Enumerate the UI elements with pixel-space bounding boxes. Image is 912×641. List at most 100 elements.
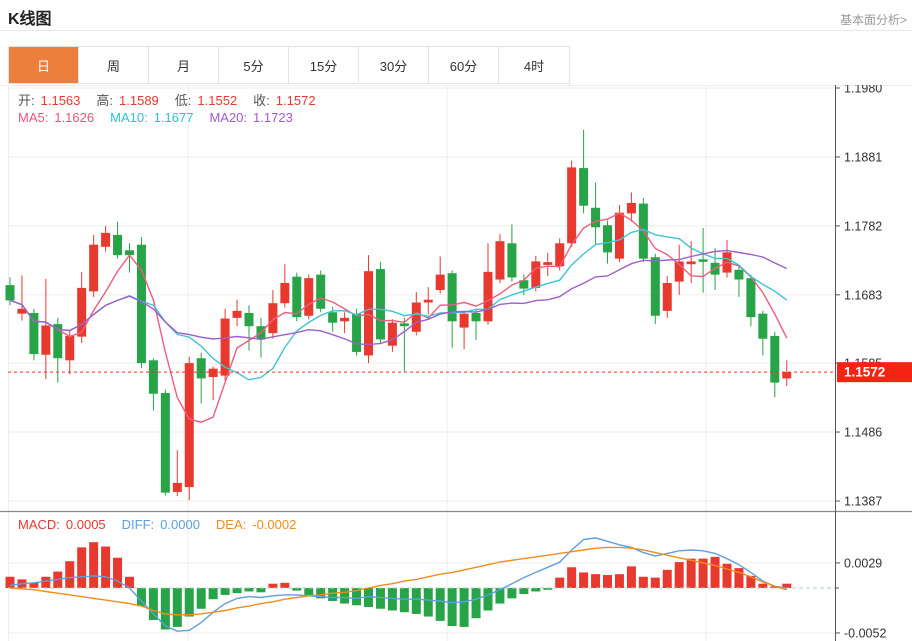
header-divider bbox=[0, 30, 912, 31]
legend-label: 高: bbox=[96, 93, 113, 108]
macd-bar bbox=[245, 588, 254, 591]
macd-bar bbox=[185, 588, 194, 617]
macd-bar bbox=[400, 588, 409, 612]
candle-body bbox=[543, 262, 552, 265]
macd-bar bbox=[149, 588, 158, 620]
price-axis-label: 1.1387 bbox=[844, 495, 882, 509]
macd-bar bbox=[424, 588, 433, 617]
price-axis-label: 1.1980 bbox=[844, 85, 882, 96]
candle-body bbox=[484, 272, 493, 321]
legend-value: 1.1572 bbox=[276, 93, 316, 108]
candle-body bbox=[352, 314, 361, 352]
macd-bar bbox=[711, 557, 720, 588]
macd-bar bbox=[65, 561, 74, 588]
macd-hist-layer bbox=[6, 542, 792, 629]
candle-body bbox=[280, 283, 289, 303]
candle-body bbox=[388, 323, 397, 346]
legend-label: DIFF: bbox=[122, 517, 155, 532]
candle-body bbox=[328, 312, 337, 322]
macd-bar bbox=[758, 584, 767, 588]
legend-label: 收: bbox=[253, 93, 270, 108]
tab-interval-4[interactable]: 15分 bbox=[289, 47, 359, 83]
candle-body bbox=[627, 203, 636, 213]
kline-chart-canvas[interactable]: 1.19801.18811.17821.16831.15851.14861.13… bbox=[0, 85, 912, 641]
candle-body bbox=[495, 241, 504, 279]
macd-bar bbox=[591, 574, 600, 588]
candle-body bbox=[448, 273, 457, 321]
legend-value: 1.1552 bbox=[197, 93, 237, 108]
candle-body bbox=[555, 243, 564, 266]
macd-bar bbox=[340, 588, 349, 604]
macd-bar bbox=[6, 577, 15, 588]
macd-bar bbox=[221, 588, 230, 595]
macd-bar bbox=[412, 588, 421, 614]
tab-interval-0[interactable]: 日 bbox=[9, 47, 79, 83]
candle-body bbox=[364, 271, 373, 355]
candle-body bbox=[663, 283, 672, 311]
macd-bar bbox=[519, 588, 528, 594]
tab-interval-3[interactable]: 5分 bbox=[219, 47, 289, 83]
legend-value: 0.0005 bbox=[66, 517, 106, 532]
legend-label: MA10: bbox=[110, 110, 148, 125]
macd-bar bbox=[567, 567, 576, 588]
candle-body bbox=[197, 358, 206, 378]
ma5-line bbox=[10, 213, 787, 422]
macd-bar bbox=[197, 588, 206, 609]
macd-bar bbox=[328, 588, 337, 601]
tab-interval-2[interactable]: 月 bbox=[149, 47, 219, 83]
candle-body bbox=[460, 314, 469, 328]
macd-bar bbox=[304, 588, 313, 595]
current-price-badge-label: 1.1572 bbox=[844, 365, 885, 380]
candle-body bbox=[615, 213, 624, 259]
candle-body bbox=[6, 285, 15, 300]
ohlc-legend: 开:1.1563高:1.1589低:1.1552收:1.1572 bbox=[18, 90, 332, 109]
candle-body bbox=[412, 303, 421, 332]
macd-bar bbox=[233, 588, 242, 593]
legend-value: -0.0002 bbox=[252, 517, 296, 532]
candle-body bbox=[77, 288, 86, 337]
candle-body bbox=[245, 313, 254, 326]
candle-body bbox=[209, 369, 218, 377]
macd-axis-label: 0.0029 bbox=[844, 556, 882, 570]
macd-bar bbox=[675, 562, 684, 588]
legend-label: DEA: bbox=[216, 517, 246, 532]
macd-bar bbox=[531, 588, 540, 591]
macd-bar bbox=[615, 574, 624, 588]
candle-body bbox=[316, 275, 325, 309]
macd-bar bbox=[89, 542, 98, 588]
macd-bar bbox=[41, 577, 50, 588]
tab-interval-7[interactable]: 4时 bbox=[499, 47, 569, 83]
legend-value: 1.1589 bbox=[119, 93, 159, 108]
candle-body bbox=[400, 323, 409, 326]
macd-bar bbox=[663, 570, 672, 588]
candle-body bbox=[41, 325, 50, 354]
macd-bar bbox=[101, 547, 110, 588]
macd-bar bbox=[484, 588, 493, 610]
tab-interval-6[interactable]: 60分 bbox=[429, 47, 499, 83]
candle-body bbox=[304, 278, 313, 316]
candle-body bbox=[507, 243, 516, 277]
tab-interval-1[interactable]: 周 bbox=[79, 47, 149, 83]
fundamental-analysis-link[interactable]: 基本面分析> bbox=[840, 11, 907, 28]
candle-body bbox=[161, 393, 170, 493]
candle-body bbox=[436, 275, 445, 290]
candle-body bbox=[89, 245, 98, 292]
candle-body bbox=[376, 269, 385, 339]
legend-label: 开: bbox=[18, 93, 35, 108]
macd-bar bbox=[209, 588, 218, 599]
macd-bar bbox=[627, 566, 636, 588]
legend-label: MA5: bbox=[18, 110, 48, 125]
tab-interval-5[interactable]: 30分 bbox=[359, 47, 429, 83]
candle-body bbox=[531, 261, 540, 287]
price-axis-label: 1.1881 bbox=[844, 150, 882, 164]
candle-body bbox=[340, 318, 349, 321]
candle-body bbox=[101, 233, 110, 247]
candle-body bbox=[233, 311, 242, 318]
macd-bar bbox=[173, 588, 182, 627]
candle-body bbox=[734, 270, 743, 280]
candle-body bbox=[424, 300, 433, 303]
macd-axis-label: -0.0052 bbox=[844, 626, 886, 640]
price-axis-label: 1.1486 bbox=[844, 426, 882, 440]
macd-bar bbox=[77, 547, 86, 588]
candle-body bbox=[113, 235, 122, 255]
